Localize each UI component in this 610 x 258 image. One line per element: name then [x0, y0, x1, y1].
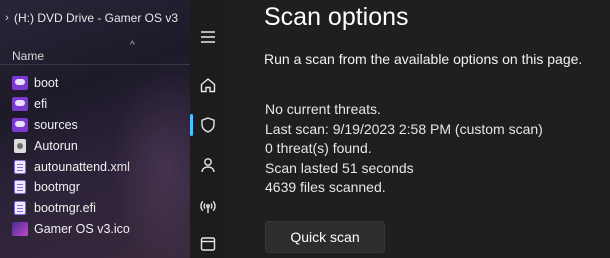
- list-item[interactable]: Gamer OS v3.ico: [0, 219, 190, 240]
- drive-title: (H:) DVD Drive - Gamer OS v3: [14, 11, 179, 25]
- navigation-rail: [190, 0, 225, 258]
- file-list: boot efi sources Autorun autounattend.xm…: [0, 73, 190, 239]
- file-name: sources: [34, 117, 78, 132]
- file-name: bootmgr.efi: [34, 201, 96, 216]
- files-scanned-text: 4639 files scanned.: [265, 179, 386, 196]
- folder-icon: [12, 117, 28, 132]
- list-item[interactable]: boot: [0, 73, 190, 94]
- header-divider: [0, 64, 190, 65]
- scan-status-block: No current threats. Last scan: 9/19/2023…: [265, 100, 543, 198]
- file-name: efi: [34, 97, 48, 112]
- sort-ascending-icon: ^: [130, 40, 135, 51]
- document-icon: [14, 159, 26, 174]
- quick-scan-button[interactable]: Quick scan: [265, 221, 385, 253]
- column-header-label: Name: [12, 49, 45, 63]
- chevron-right-icon[interactable]: ›: [0, 12, 14, 24]
- menu-icon: [200, 31, 215, 43]
- nav-firewall-button[interactable]: [190, 191, 225, 221]
- folder-icon: [12, 76, 28, 91]
- nav-virus-protection-button[interactable]: [190, 110, 225, 140]
- page-title: Scan options: [264, 3, 409, 31]
- shield-icon: [200, 117, 215, 133]
- list-item[interactable]: Autorun: [0, 135, 190, 156]
- home-icon: [200, 78, 215, 93]
- person-icon: [200, 158, 215, 173]
- setup-icon: [14, 138, 26, 153]
- nav-home-button[interactable]: [190, 70, 225, 100]
- list-item[interactable]: autounattend.xml: [0, 156, 190, 177]
- list-item[interactable]: bootmgr.efi: [0, 198, 190, 219]
- image-icon: [12, 221, 28, 236]
- menu-button[interactable]: [190, 22, 225, 52]
- wifi-icon: [199, 200, 216, 213]
- list-item[interactable]: sources: [0, 115, 190, 136]
- scan-duration-text: Scan lasted 51 seconds: [265, 159, 414, 176]
- file-name: autounattend.xml: [34, 159, 130, 174]
- file-name: bootmgr: [34, 180, 80, 195]
- app-browser-icon: [200, 237, 215, 251]
- nav-app-browser-button[interactable]: [190, 229, 225, 258]
- drive-breadcrumb[interactable]: › (H:) DVD Drive - Gamer OS v3: [0, 8, 178, 28]
- file-explorer-pane: › (H:) DVD Drive - Gamer OS v3 Name ^ bo…: [0, 0, 190, 258]
- folder-icon: [12, 97, 28, 112]
- column-header-name[interactable]: Name ^: [0, 40, 190, 66]
- file-name: Autorun: [34, 138, 78, 153]
- document-icon: [14, 180, 26, 195]
- threats-found-text: 0 threat(s) found.: [265, 140, 372, 157]
- file-name: Gamer OS v3.ico: [34, 221, 130, 236]
- scan-options-page: Scan options Run a scan from the availab…: [225, 0, 610, 258]
- file-name: boot: [34, 76, 59, 91]
- document-icon: [14, 201, 26, 216]
- page-subtitle: Run a scan from the available options on…: [264, 51, 583, 67]
- list-item[interactable]: efi: [0, 94, 190, 115]
- last-scan-text: Last scan: 9/19/2023 2:58 PM (custom sca…: [265, 120, 543, 137]
- list-item[interactable]: bootmgr: [0, 177, 190, 198]
- nav-account-button[interactable]: [190, 150, 225, 180]
- threat-status-text: No current threats.: [265, 101, 381, 117]
